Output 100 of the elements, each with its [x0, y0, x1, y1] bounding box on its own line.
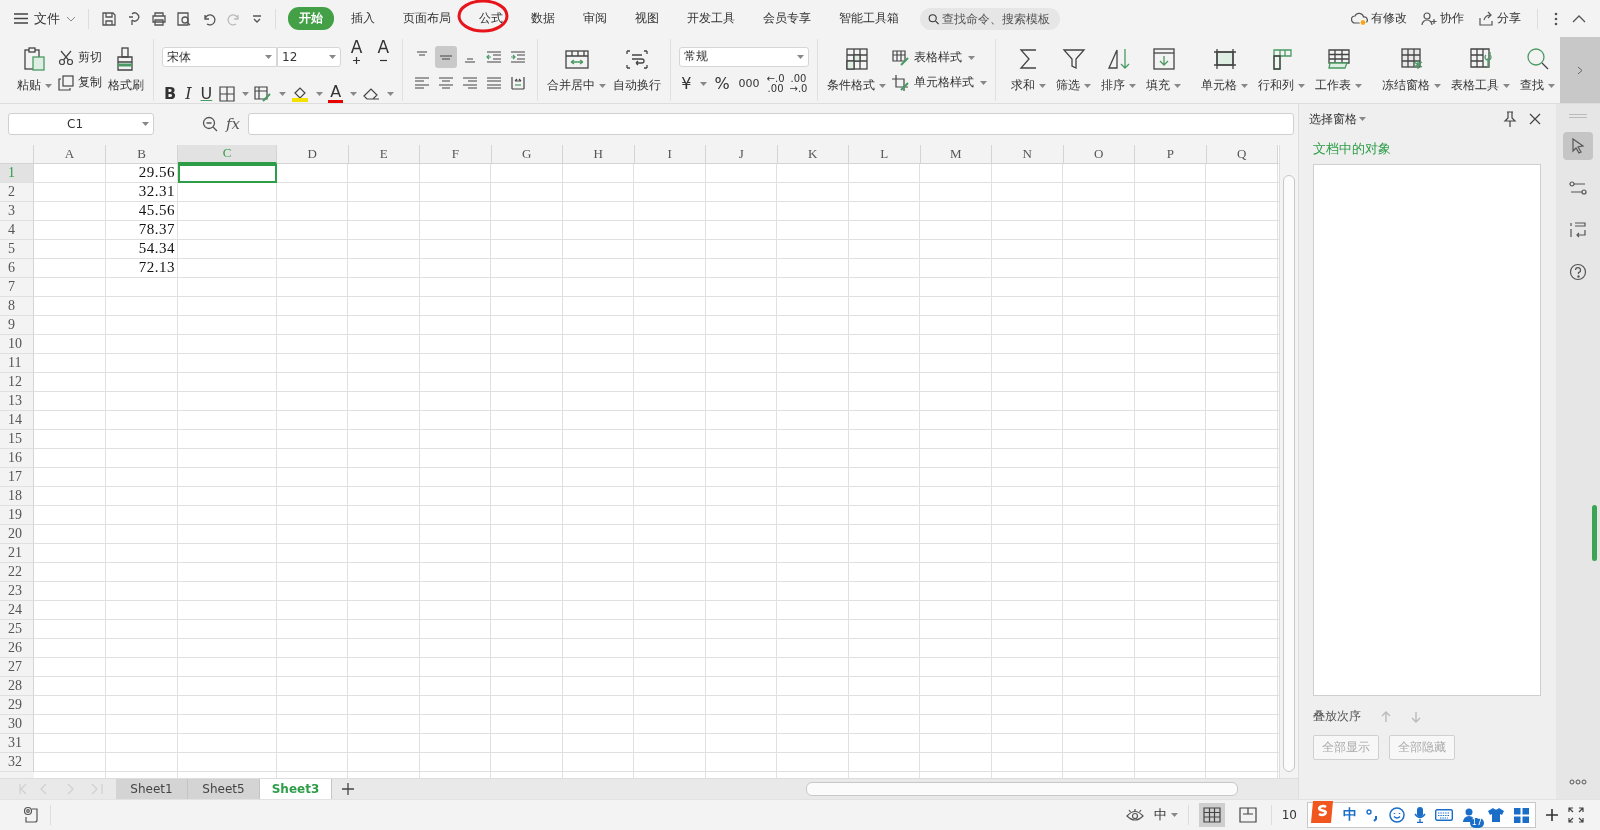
customize-icon[interactable]	[251, 12, 263, 25]
font-name-field[interactable]: 宋体	[162, 47, 278, 67]
sheet-tab[interactable]: Sheet5	[188, 779, 260, 799]
column-header[interactable]: I	[634, 144, 706, 164]
decrease-font-button[interactable]: A	[372, 37, 395, 77]
more-icon[interactable]	[1554, 11, 1558, 26]
eye-icon[interactable]	[1125, 808, 1144, 822]
zoom-in-icon[interactable]	[1546, 809, 1558, 821]
percent-button[interactable]: %	[712, 74, 732, 93]
ribbon-tab[interactable]: 开发工具	[676, 7, 746, 30]
vertical-scrollbar[interactable]	[1279, 144, 1298, 778]
font-size-field[interactable]: 12	[277, 47, 341, 67]
more-icon[interactable]	[1569, 779, 1587, 785]
ribbon-tab[interactable]: 会员专享	[752, 7, 822, 30]
formula-input[interactable]	[248, 113, 1294, 136]
ribbon-button[interactable]: 排序	[1096, 44, 1142, 96]
search-field[interactable]: 查找命令、搜索模板	[920, 7, 1060, 30]
sheet-tab[interactable]: Sheet1	[116, 779, 188, 799]
file-menu[interactable]: 文件	[14, 9, 76, 28]
ribbon-button[interactable]: 单元格	[1196, 44, 1254, 96]
paste-button[interactable]: 粘贴	[16, 44, 53, 96]
save-icon[interactable]	[101, 10, 117, 27]
ribbon-tab[interactable]: 智能工具箱	[828, 7, 910, 30]
zoom-icon[interactable]	[202, 116, 218, 133]
ribbon-tab[interactable]: 页面布局	[392, 7, 462, 30]
column-header[interactable]: M	[920, 144, 992, 164]
ribbon-button[interactable]: 求和	[1006, 44, 1052, 96]
toolbar-action[interactable]: 有修改	[1351, 10, 1407, 27]
ribbon-button[interactable]: 行和列	[1253, 44, 1311, 96]
toolbar-action[interactable]: 协作	[1421, 10, 1464, 27]
font-color-button[interactable]: A	[328, 84, 344, 103]
macro-icon[interactable]	[22, 806, 40, 824]
function-button[interactable]: fx	[226, 115, 240, 134]
column-header[interactable]: E	[348, 144, 420, 164]
sogou-logo-icon[interactable]	[1310, 800, 1334, 824]
conditional-format-button[interactable]: 条件格式	[826, 44, 888, 96]
ribbon-tab[interactable]: 审阅	[572, 7, 618, 30]
ribbon-tab[interactable]: 公式	[468, 7, 514, 30]
ribbon-tab[interactable]: 数据	[520, 7, 566, 30]
zoom-level[interactable]: 10	[1281, 808, 1297, 822]
fill-color-icon[interactable]	[291, 85, 310, 102]
name-box[interactable]: C1	[8, 113, 154, 136]
close-icon[interactable]	[1529, 113, 1541, 125]
smiley-icon[interactable]	[1389, 807, 1405, 823]
thousands-separator-button[interactable]: 000	[736, 77, 762, 90]
ribbon-button[interactable]: 查找	[1515, 44, 1561, 96]
copy-button[interactable]: 复制	[58, 74, 102, 91]
column-header[interactable]: D	[277, 144, 349, 164]
alignment-icon[interactable]	[435, 46, 458, 68]
column-header[interactable]: N	[992, 144, 1064, 164]
format-painter-button[interactable]: 格式刷	[107, 44, 145, 96]
pane-title[interactable]: 选择窗格	[1309, 110, 1357, 128]
worksheet-grid[interactable]: A B C D E F G H I J K L M N O P Q 1 29.56 2 32.31 3 45.56 4 78.37 5 54.34 6 72.13 7 8 9 10 11 12 13 14 15 16 17 18 19 20 21 22 23 24 25 26 27 28 29 30 31 32	[0, 144, 1279, 778]
grid-apps-icon[interactable]	[1514, 807, 1529, 823]
decrease-decimal-button[interactable]: .00 →.0	[789, 73, 808, 94]
ime-language-button[interactable]: 中	[1343, 806, 1357, 824]
bold-button[interactable]: B	[162, 84, 179, 103]
ribbon-button[interactable]: 表格工具	[1446, 44, 1516, 96]
ribbon-button[interactable]: 冻结窗格	[1377, 44, 1447, 96]
column-header[interactable]: F	[420, 144, 492, 164]
punctuation-icon[interactable]	[1366, 808, 1380, 822]
wrap-text-button[interactable]: 自动换行	[612, 44, 663, 96]
collapse-icon[interactable]	[1572, 14, 1586, 23]
normal-view-icon[interactable]	[1198, 803, 1225, 827]
column-header[interactable]: H	[563, 144, 635, 164]
column-header[interactable]: G	[491, 144, 563, 164]
column-header[interactable]: J	[706, 144, 778, 164]
column-header[interactable]: P	[1135, 144, 1207, 164]
toolbar-action[interactable]: 分享	[1478, 10, 1521, 27]
increase-font-button[interactable]: A	[345, 37, 368, 77]
column-header[interactable]: L	[849, 144, 921, 164]
cell-style-button[interactable]: 单元格样式	[892, 74, 988, 91]
print-icon[interactable]	[151, 10, 167, 27]
number-format-field[interactable]: 常规	[679, 46, 810, 67]
add-sheet-icon[interactable]	[342, 783, 354, 795]
column-header[interactable]: A	[34, 144, 106, 164]
shirt-icon[interactable]	[1487, 807, 1505, 823]
pointer-icon[interactable]	[1563, 132, 1593, 160]
microphone-icon[interactable]	[1414, 807, 1426, 823]
ribbon-button[interactable]: 填充	[1141, 44, 1187, 96]
table-style-button[interactable]: 表格样式	[892, 49, 988, 66]
cell-format-icon[interactable]	[254, 85, 273, 102]
italic-button[interactable]: I	[183, 84, 194, 103]
merge-center-button[interactable]: 合并居中	[546, 44, 608, 96]
horizontal-scrollbar[interactable]	[806, 782, 1238, 796]
column-header[interactable]: B	[106, 144, 178, 164]
column-header[interactable]: K	[777, 144, 849, 164]
ribbon-button[interactable]: 工作表	[1310, 44, 1368, 96]
ribbon-tab[interactable]: 插入	[340, 7, 386, 30]
borders-icon[interactable]	[219, 85, 236, 102]
cut-button[interactable]: 剪切	[58, 49, 102, 66]
column-header[interactable]: Q	[1206, 144, 1278, 164]
ribbon-button[interactable]: 筛选	[1051, 44, 1097, 96]
currency-button[interactable]: ¥	[679, 74, 694, 93]
fullscreen-icon[interactable]	[1568, 807, 1584, 823]
print-preview-icon[interactable]	[176, 10, 192, 27]
increase-decimal-button[interactable]: ←.0 .00	[766, 73, 785, 94]
active-cell[interactable]	[178, 163, 277, 183]
keyboard-icon[interactable]	[1435, 809, 1453, 821]
ribbon-tab[interactable]: 视图	[624, 7, 670, 30]
